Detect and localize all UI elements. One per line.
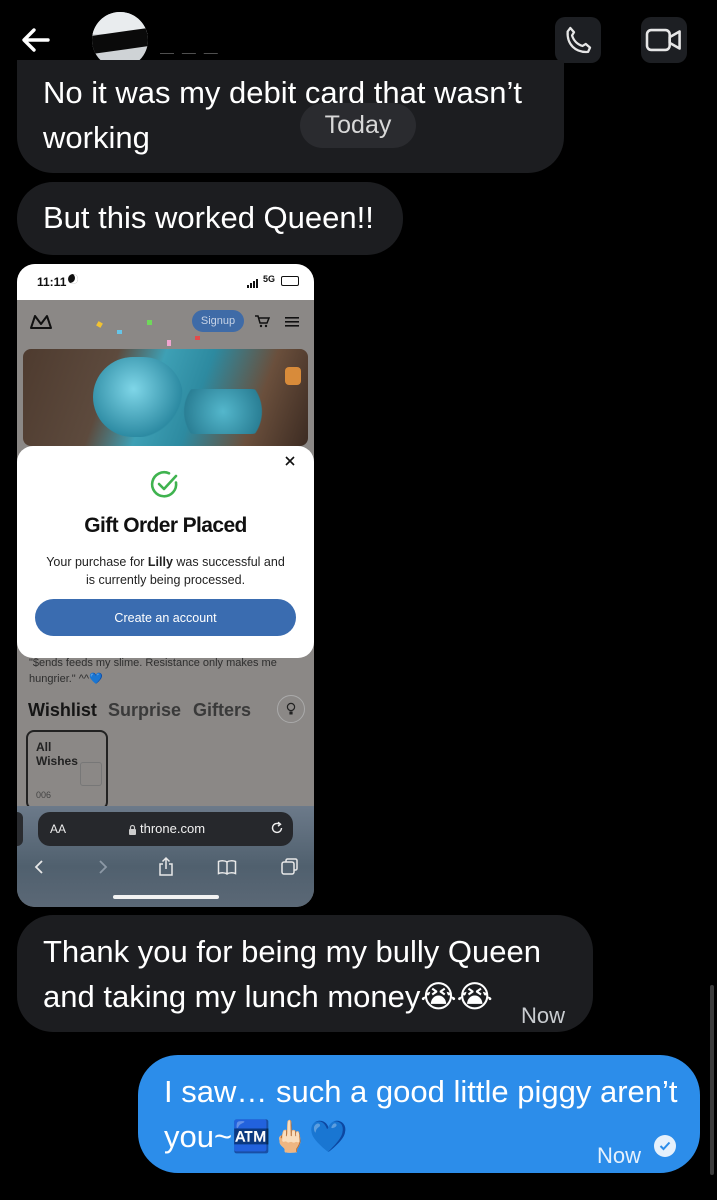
gift-icon: [80, 762, 102, 786]
confetti: [195, 336, 200, 340]
message-text: and taking my lunch money😭😭: [43, 979, 493, 1014]
message-text: you~🏧🖕🏻💙: [164, 1119, 348, 1154]
confetti: [147, 320, 152, 325]
image-attachment[interactable]: 11:11 5G Signup "$ends feeds my slime. R…: [17, 264, 314, 907]
tab-wishlist[interactable]: Wishlist: [28, 700, 97, 721]
browser-toolbar: AA throne.com: [17, 806, 314, 907]
create-account-button[interactable]: Create an account: [35, 599, 296, 636]
message-text: I saw… such a good little piggy aren’t: [164, 1074, 678, 1109]
modal-title: Gift Order Placed: [84, 514, 247, 537]
message-text: No it was my debit card that wasn’t: [43, 75, 522, 110]
back-arrow-icon[interactable]: [18, 22, 54, 58]
lock-icon: [128, 822, 137, 840]
scrollbar[interactable]: [710, 985, 714, 1175]
share-icon[interactable]: [158, 856, 174, 881]
close-icon[interactable]: [283, 454, 297, 473]
message-bubble-incoming[interactable]: But this worked Queen!!: [17, 182, 403, 255]
signal-icon: [247, 275, 261, 293]
wishes-card[interactable]: All Wishes 006: [26, 730, 108, 810]
message-bubble-outgoing[interactable]: I saw… such a good little piggy aren’t y…: [138, 1055, 700, 1173]
message-timestamp: Now: [597, 1143, 642, 1168]
card-title: All: [36, 740, 52, 754]
status-bar: 11:11 5G: [17, 264, 314, 300]
signup-button[interactable]: Signup: [192, 310, 244, 332]
video-icon: [645, 28, 681, 52]
status-time: 11:11: [37, 275, 67, 289]
bulb-icon[interactable]: [277, 695, 305, 723]
message-text: But this worked Queen!!: [43, 200, 374, 235]
card-title: Wishes: [36, 754, 78, 768]
throne-logo-icon: [29, 312, 53, 335]
network-label: 5G: [263, 274, 276, 284]
video-call-button[interactable]: [641, 17, 687, 63]
message-bubble-incoming[interactable]: No it was my debit card that wasn’t work…: [17, 60, 564, 173]
gift-order-modal: Gift Order Placed Your purchase for Lill…: [17, 446, 314, 658]
tab-surprise[interactable]: Surprise: [108, 700, 181, 721]
modal-message: is currently being processed.: [85, 573, 246, 587]
date-chip: Today: [300, 103, 416, 148]
confetti: [96, 321, 103, 328]
modal-message: Your purchase for Lilly was successful a…: [46, 555, 285, 569]
aa-button[interactable]: AA: [50, 822, 66, 836]
bio-text: hungrier." ^^💙: [29, 673, 103, 685]
cart-icon[interactable]: [254, 314, 271, 333]
back-nav-icon[interactable]: [33, 859, 45, 880]
card-count: 006: [36, 790, 52, 800]
url-text: throne.com: [140, 821, 206, 836]
confetti: [117, 330, 122, 334]
check-circle-icon: [149, 468, 181, 505]
menu-icon[interactable]: [285, 315, 299, 333]
message-text: Thank you for being my bully Queen: [43, 934, 541, 969]
hero-image: [23, 349, 308, 446]
contact-name[interactable]: — — —: [160, 44, 220, 60]
forward-nav-icon[interactable]: [97, 859, 109, 880]
message-bubble-incoming[interactable]: Thank you for being my bully Queen and t…: [17, 915, 593, 1032]
tabs-icon[interactable]: [281, 858, 299, 881]
tab-gifters[interactable]: Gifters: [193, 700, 251, 721]
read-check-icon: [654, 1135, 676, 1157]
url-bar[interactable]: AA throne.com: [38, 812, 293, 846]
moon-icon: [68, 274, 78, 284]
bio-text: "$ends feeds my slime. Resistance only m…: [29, 657, 277, 669]
home-indicator: [113, 895, 219, 899]
bookmarks-icon[interactable]: [217, 859, 237, 880]
reload-icon[interactable]: [270, 821, 284, 840]
battery-icon: [281, 276, 299, 286]
phone-icon: [566, 26, 592, 54]
confetti: [167, 340, 171, 346]
message-timestamp: Now: [521, 1003, 566, 1028]
message-text: working: [43, 120, 150, 155]
phone-call-button[interactable]: [555, 17, 601, 63]
